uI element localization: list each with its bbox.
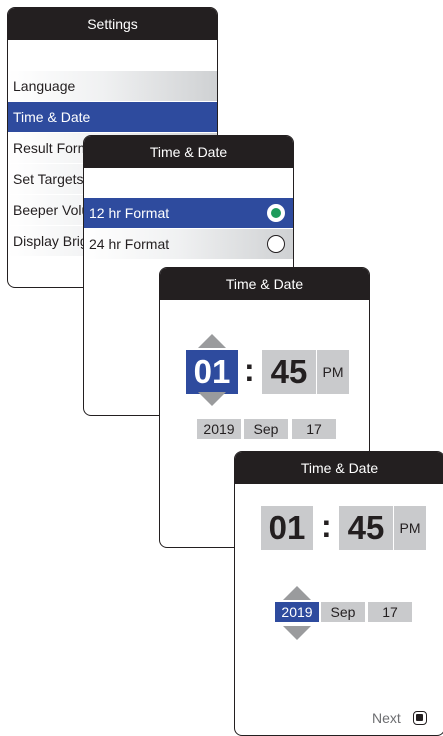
next-button-icon[interactable] — [413, 711, 427, 725]
hour-field[interactable]: 01 — [261, 506, 313, 550]
next-label[interactable]: Next — [372, 710, 401, 726]
time-separator: : — [244, 352, 255, 388]
minute-field[interactable]: 45 — [262, 350, 316, 394]
menu-item-language[interactable]: Language — [8, 71, 217, 101]
menu-item-time-date[interactable]: Time & Date — [8, 102, 217, 132]
up-arrow-icon[interactable] — [283, 586, 311, 600]
time-title: Time & Date — [160, 268, 369, 300]
day-field[interactable]: 17 — [368, 602, 412, 622]
option-12hr-label: 12 hr Format — [89, 205, 170, 221]
ampm-field[interactable]: PM — [394, 506, 426, 550]
time-separator: : — [321, 508, 332, 544]
date-title: Time & Date — [235, 452, 443, 484]
down-arrow-icon[interactable] — [198, 392, 226, 406]
format-title: Time & Date — [84, 136, 293, 168]
month-field[interactable]: Sep — [244, 419, 288, 439]
up-arrow-icon[interactable] — [198, 334, 226, 348]
radio-selected-icon[interactable] — [267, 204, 285, 222]
option-12hr[interactable]: 12 hr Format — [84, 198, 293, 228]
year-field[interactable]: 2019 — [197, 419, 241, 439]
month-field[interactable]: Sep — [321, 602, 365, 622]
ampm-field[interactable]: PM — [317, 350, 349, 394]
day-field[interactable]: 17 — [292, 419, 336, 439]
radio-empty-icon[interactable] — [267, 235, 285, 253]
year-field[interactable]: 2019 — [275, 602, 319, 622]
date-screen: Time & Date 01 : 45 PM 2019 Sep 17 Next — [234, 451, 443, 736]
settings-title: Settings — [8, 8, 217, 40]
hour-field[interactable]: 01 — [186, 350, 238, 394]
minute-field[interactable]: 45 — [339, 506, 393, 550]
down-arrow-icon[interactable] — [283, 626, 311, 640]
option-24hr[interactable]: 24 hr Format — [84, 229, 293, 259]
option-24hr-label: 24 hr Format — [89, 236, 170, 252]
